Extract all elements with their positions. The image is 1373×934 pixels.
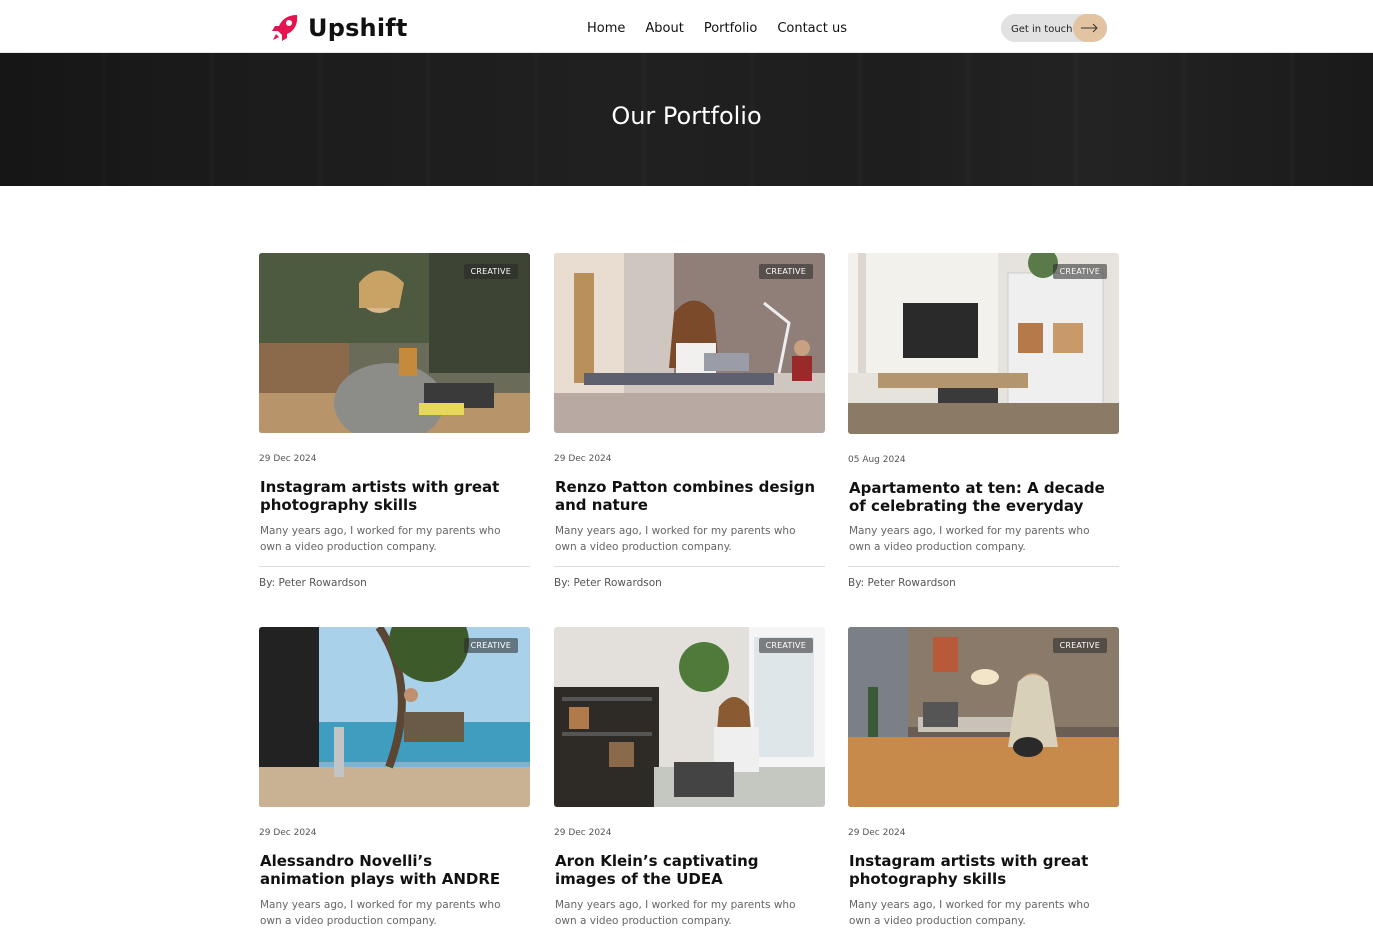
portfolio-card[interactable]: CREATIVE 29 Dec 2024 Instagram artists w… xyxy=(259,253,530,593)
portfolio-card[interactable]: CREATIVE 29 Dec 2024 Instagram artists w… xyxy=(848,627,1119,934)
hero-banner: Our Portfolio xyxy=(0,53,1373,186)
page-title: Our Portfolio xyxy=(611,102,762,130)
portfolio-card[interactable]: CREATIVE 05 Aug 2024 Apartamento at ten:… xyxy=(848,253,1119,593)
post-date: 05 Aug 2024 xyxy=(848,455,906,465)
get-in-touch-label: Get in touch xyxy=(1011,24,1073,35)
post-date: 29 Dec 2024 xyxy=(554,454,612,464)
post-excerpt: Many years ago, I worked for my parents … xyxy=(260,899,501,927)
post-excerpt: Many years ago, I worked for my parents … xyxy=(555,899,796,927)
post-title[interactable]: Aron Klein’s captivating images of the U… xyxy=(555,852,817,888)
card-image[interactable]: CREATIVE xyxy=(848,627,1119,807)
card-image[interactable]: CREATIVE xyxy=(554,253,825,433)
post-author: By: Peter Rowardson xyxy=(259,577,367,589)
nav-about[interactable]: About xyxy=(645,20,683,37)
post-title[interactable]: Renzo Patton combines design and nature xyxy=(555,478,817,514)
site-header: Upshift Home About Portfolio Contact us … xyxy=(0,0,1373,53)
card-divider xyxy=(848,566,1119,567)
post-excerpt: Many years ago, I worked for my parents … xyxy=(849,899,1090,927)
post-date: 29 Dec 2024 xyxy=(259,828,317,838)
post-title[interactable]: Instagram artists with great photography… xyxy=(849,852,1111,888)
rocket-icon xyxy=(272,15,298,41)
card-image[interactable]: CREATIVE xyxy=(554,627,825,807)
brand-name: Upshift xyxy=(308,14,408,42)
post-date: 29 Dec 2024 xyxy=(848,828,906,838)
brand-logo[interactable]: Upshift xyxy=(270,13,408,43)
portfolio-card[interactable]: CREATIVE 29 Dec 2024 Aron Klein’s captiv… xyxy=(554,627,825,934)
arrow-right-icon xyxy=(1073,14,1107,42)
post-date: 29 Dec 2024 xyxy=(259,454,317,464)
post-date: 29 Dec 2024 xyxy=(554,828,612,838)
post-author: By: Peter Rowardson xyxy=(848,577,956,589)
category-badge: CREATIVE xyxy=(1052,264,1107,279)
post-title[interactable]: Instagram artists with great photography… xyxy=(260,478,522,514)
category-badge: CREATIVE xyxy=(1052,638,1107,653)
card-image[interactable]: CREATIVE xyxy=(259,627,530,807)
portfolio-card[interactable]: CREATIVE 29 Dec 2024 Renzo Patton combin… xyxy=(554,253,825,593)
card-divider xyxy=(259,566,530,567)
category-badge: CREATIVE xyxy=(758,638,813,653)
category-badge: CREATIVE xyxy=(463,638,518,653)
card-image[interactable]: CREATIVE xyxy=(259,253,530,433)
post-excerpt: Many years ago, I worked for my parents … xyxy=(555,525,796,553)
post-excerpt: Many years ago, I worked for my parents … xyxy=(260,525,501,553)
nav-portfolio[interactable]: Portfolio xyxy=(704,20,757,37)
card-image[interactable]: CREATIVE xyxy=(848,253,1119,434)
post-title[interactable]: Apartamento at ten: A decade of celebrat… xyxy=(849,479,1111,515)
category-badge: CREATIVE xyxy=(758,264,813,279)
nav-home[interactable]: Home xyxy=(587,20,625,37)
post-excerpt: Many years ago, I worked for my parents … xyxy=(849,525,1090,553)
post-title[interactable]: Alessandro Novelli’s animation plays wit… xyxy=(260,852,522,888)
main-nav: Home About Portfolio Contact us xyxy=(587,20,867,37)
category-badge: CREATIVE xyxy=(463,264,518,279)
nav-contact[interactable]: Contact us xyxy=(777,20,847,37)
get-in-touch-button[interactable]: Get in touch xyxy=(1001,14,1107,42)
card-divider xyxy=(554,566,825,567)
portfolio-card[interactable]: CREATIVE 29 Dec 2024 Alessandro Novelli’… xyxy=(259,627,530,934)
post-author: By: Peter Rowardson xyxy=(554,577,662,589)
